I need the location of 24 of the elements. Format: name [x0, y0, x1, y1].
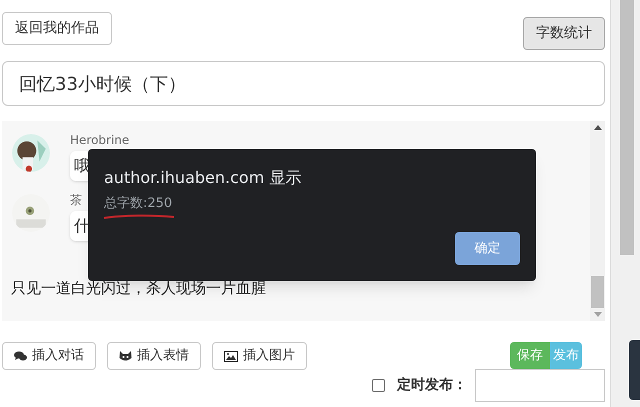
image-icon — [224, 350, 238, 362]
back-button[interactable]: 返回我的作品 — [2, 12, 112, 45]
schedule-checkbox[interactable] — [372, 379, 385, 392]
schedule-time-field[interactable] — [475, 369, 605, 402]
scroll-thumb[interactable] — [591, 276, 604, 308]
insert-button[interactable]: 插入图片 — [212, 342, 307, 370]
title-field[interactable]: 回忆33小时候（下） — [2, 61, 605, 106]
scrollbar[interactable] — [590, 121, 605, 321]
scroll-down-icon[interactable] — [594, 312, 602, 317]
insert-button[interactable]: 插入对话 — [2, 342, 96, 370]
cat-face-icon — [119, 350, 132, 362]
underline-mark — [103, 213, 175, 221]
insert-button[interactable]: 插入表情 — [107, 342, 201, 370]
story-paragraph: 只见一道白光闪过，杀人现场一片血腥 — [11, 278, 267, 299]
speaker-name: 茶 — [70, 193, 82, 207]
dialog-title: author.ihuaben.com 显示 — [104, 167, 302, 189]
schedule-label: 定时发布： — [397, 376, 467, 395]
word-count-button[interactable]: 字数统计 — [523, 17, 605, 50]
side-widget[interactable] — [629, 340, 640, 400]
speaker-name: Herobrine — [70, 133, 130, 147]
scroll-up-icon[interactable] — [594, 125, 602, 130]
dialog-message: 总字数:250 — [104, 196, 172, 211]
speech-bubbles-icon — [14, 350, 27, 362]
page-scroll-thumb[interactable] — [620, 0, 634, 255]
